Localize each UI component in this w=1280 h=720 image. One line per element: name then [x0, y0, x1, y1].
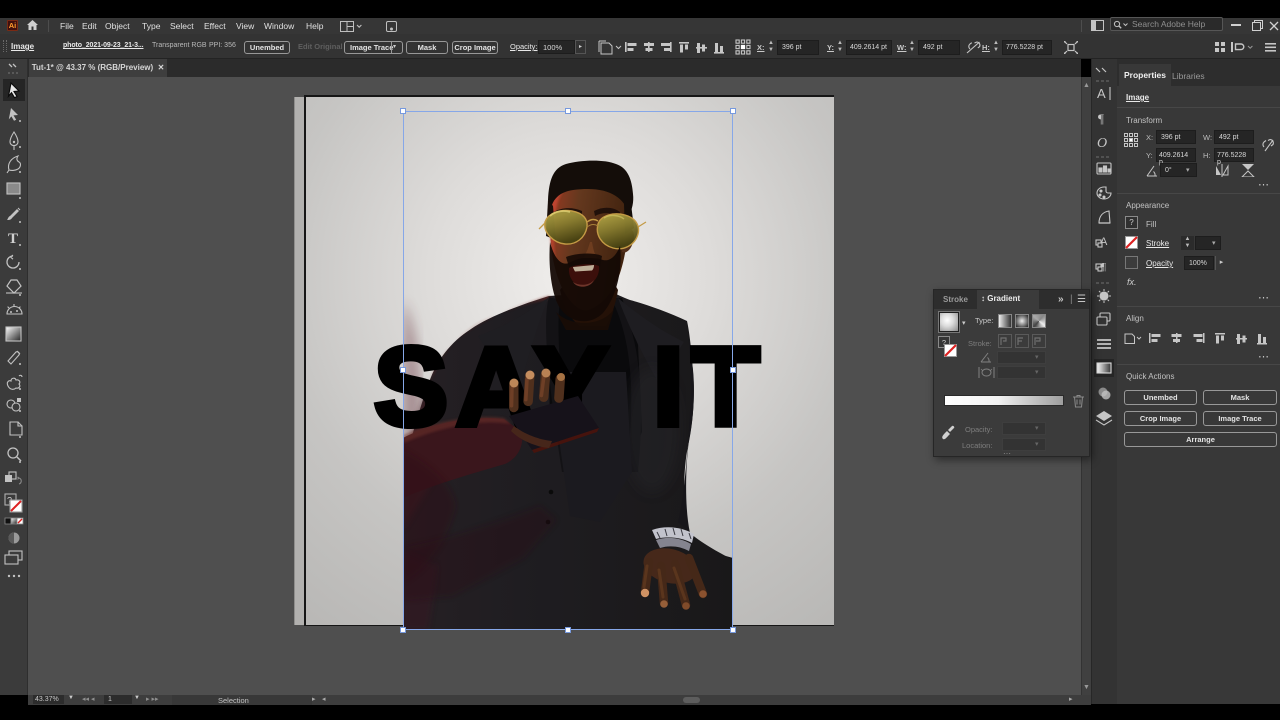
svg-text:¶: ¶ — [1098, 111, 1104, 126]
svg-text:O: O — [1097, 136, 1107, 151]
svg-text:A: A — [1097, 86, 1106, 101]
svg-text:T: T — [8, 231, 18, 247]
